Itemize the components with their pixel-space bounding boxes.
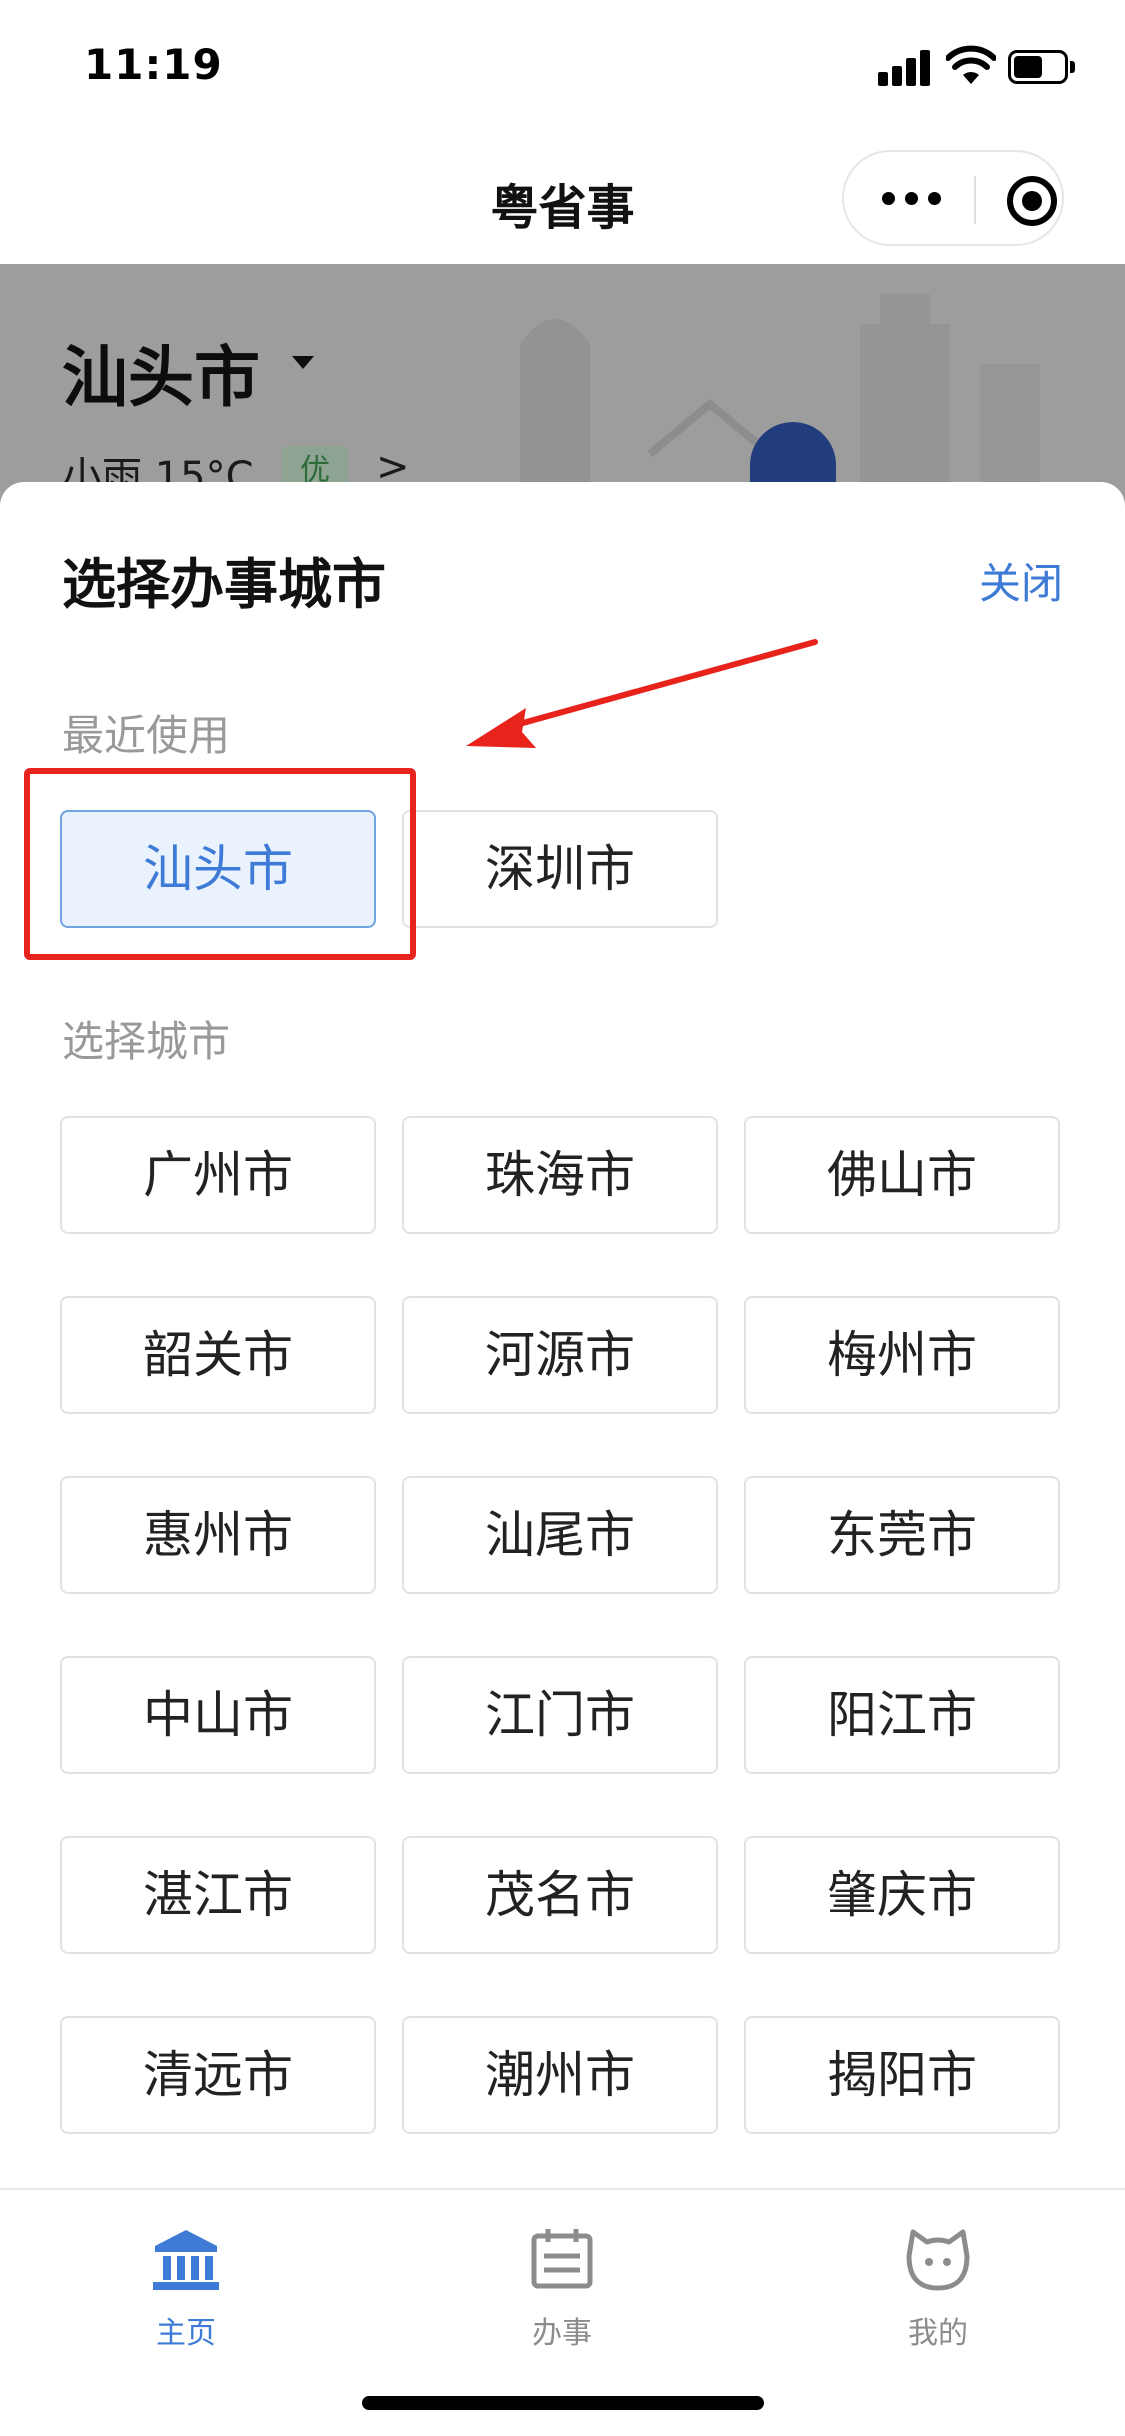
recent-section-label: 最近使用 bbox=[62, 711, 231, 760]
status-time: 11:19 bbox=[84, 40, 223, 89]
city-button[interactable]: 惠州市 bbox=[60, 1476, 376, 1594]
capsule-divider bbox=[974, 176, 976, 224]
select-section-label: 选择城市 bbox=[62, 1017, 231, 1066]
city-button[interactable]: 珠海市 bbox=[402, 1116, 718, 1234]
battery-icon bbox=[1008, 50, 1076, 84]
tab-label: 主页 bbox=[156, 2316, 216, 2351]
cellular-signal-icon bbox=[878, 48, 934, 86]
tab-label: 办事 bbox=[532, 2316, 592, 2351]
city-button[interactable]: 河源市 bbox=[402, 1296, 718, 1414]
tab-profile[interactable]: 我的 bbox=[858, 2216, 1018, 2351]
profile-icon bbox=[906, 2229, 970, 2291]
sheet-title: 选择办事城市 bbox=[62, 553, 386, 616]
tab-label: 我的 bbox=[908, 2316, 968, 2351]
recent-city-button[interactable]: 深圳市 bbox=[402, 810, 718, 928]
city-button[interactable]: 东莞市 bbox=[744, 1476, 1060, 1594]
tab-home[interactable]: 主页 bbox=[106, 2216, 266, 2351]
city-button[interactable]: 汕尾市 bbox=[402, 1476, 718, 1594]
city-button[interactable]: 清远市 bbox=[60, 2016, 376, 2134]
capsule-menu bbox=[842, 150, 1064, 246]
more-icon[interactable] bbox=[882, 192, 942, 206]
close-button[interactable]: 关闭 bbox=[979, 550, 1063, 611]
close-mini-program-icon[interactable] bbox=[1007, 176, 1057, 226]
wifi-icon bbox=[946, 45, 996, 84]
mini-program-navbar: 粤省事 bbox=[0, 132, 1125, 264]
modal-overlay[interactable] bbox=[0, 264, 1125, 514]
home-indicator[interactable] bbox=[362, 2396, 764, 2410]
city-button[interactable]: 韶关市 bbox=[60, 1296, 376, 1414]
city-button[interactable]: 肇庆市 bbox=[744, 1836, 1060, 1954]
city-button[interactable]: 茂名市 bbox=[402, 1836, 718, 1954]
city-button[interactable]: 湛江市 bbox=[60, 1836, 376, 1954]
calendar-icon bbox=[531, 2229, 593, 2289]
city-button[interactable]: 潮州市 bbox=[402, 2016, 718, 2134]
city-button[interactable]: 中山市 bbox=[60, 1656, 376, 1774]
home-icon bbox=[153, 2230, 219, 2290]
city-button[interactable]: 梅州市 bbox=[744, 1296, 1060, 1414]
city-button[interactable]: 阳江市 bbox=[744, 1656, 1060, 1774]
city-button[interactable]: 广州市 bbox=[60, 1116, 376, 1234]
annotation-highlight-box bbox=[24, 768, 416, 960]
city-button[interactable]: 佛山市 bbox=[744, 1116, 1060, 1234]
city-button[interactable]: 江门市 bbox=[402, 1656, 718, 1774]
city-picker-sheet: 选择办事城市 关闭 最近使用 汕头市 深圳市 选择城市 广州市 珠海市 佛山市 … bbox=[0, 482, 1125, 2188]
status-bar: 11:19 bbox=[0, 0, 1125, 132]
tab-tasks[interactable]: 办事 bbox=[482, 2216, 642, 2351]
city-button[interactable]: 揭阳市 bbox=[744, 2016, 1060, 2134]
